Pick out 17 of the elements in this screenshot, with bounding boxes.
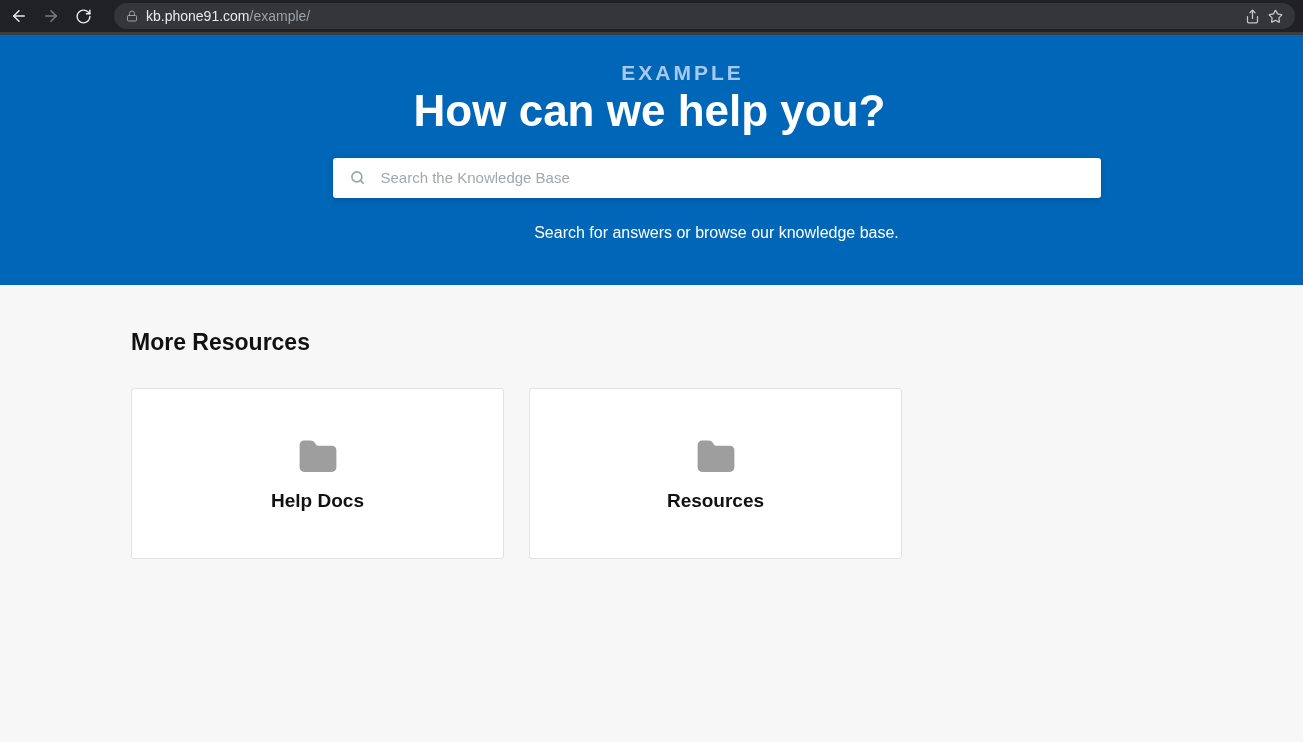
card-label: Resources [666,489,765,512]
reload-icon [74,7,92,25]
search-field[interactable]: Search the Knowledge Base [332,158,1101,198]
address-bar[interactable]: kb.phone91.com/example/ [114,3,1295,29]
hero-eyebrow: EXAMPLE [621,61,744,85]
hero-title: How can we help you? [413,85,886,137]
forward-arrow-icon [42,7,60,25]
category-card[interactable]: Help Docs [131,388,504,559]
lock-icon [126,10,138,22]
category-card[interactable]: Resources [529,388,902,559]
url-text: kb.phone91.com/example/ [146,7,311,25]
share-icon[interactable] [1245,8,1260,24]
search-icon [349,170,365,185]
bookmark-star-icon[interactable] [1268,8,1283,24]
hero-subtitle: Search for answers or browse our knowledge base. [534,224,899,242]
card-label: Help Docs [271,489,364,512]
section-title: More Resources [131,329,311,356]
